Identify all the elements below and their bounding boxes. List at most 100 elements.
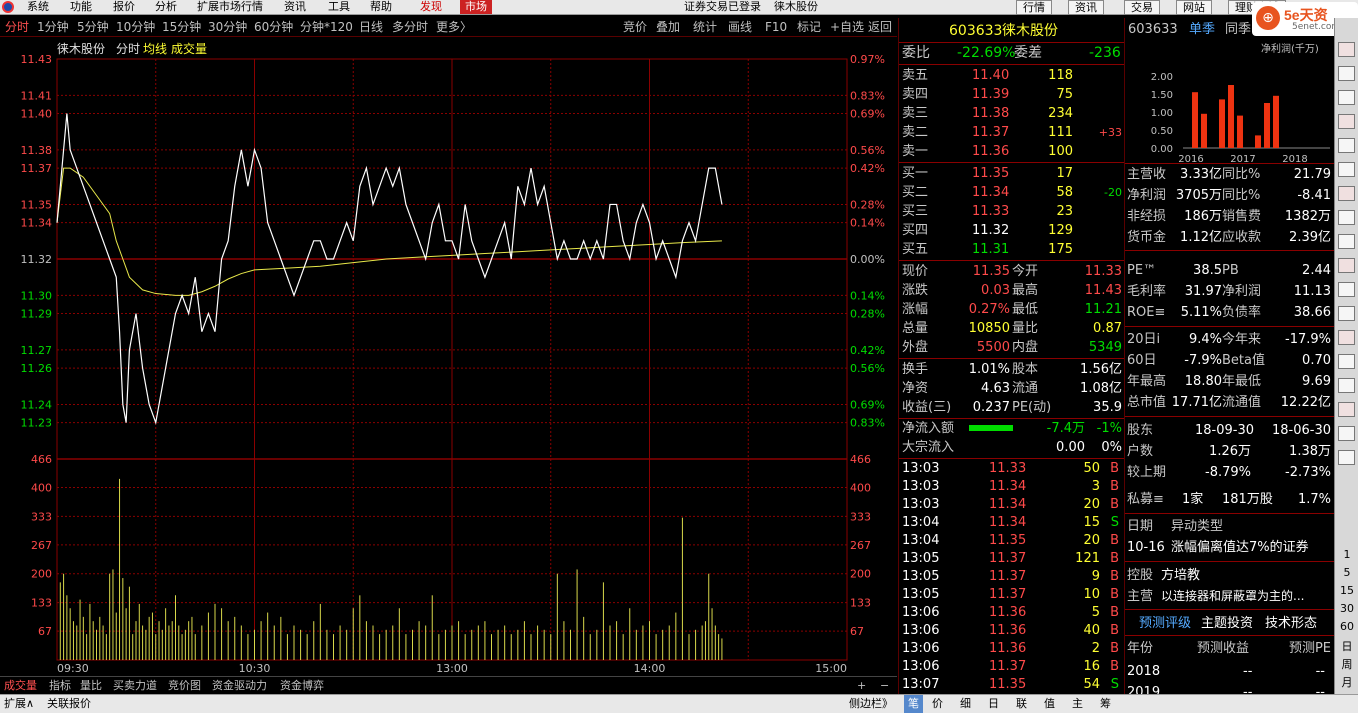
tab-more[interactable]: 更多〉 [436, 18, 472, 37]
tick-price: 11.34 [989, 515, 1027, 530]
layers-icon[interactable] [1338, 330, 1355, 345]
quote-tab-2[interactable]: 细 [960, 695, 971, 713]
tab-volume-ratio[interactable]: 量比 [80, 677, 102, 694]
tab-same-quarter[interactable]: 同季 [1225, 20, 1251, 39]
f10-value: 9.69 [1302, 374, 1331, 389]
bids-row[interactable]: 买三 11.33 23 [899, 202, 1125, 221]
arrow-up-icon[interactable] [1338, 42, 1355, 57]
tab-5min[interactable]: 5分钟 [77, 18, 109, 37]
menu-tools[interactable]: 工具 [328, 0, 350, 14]
btn-back[interactable]: 返回 [868, 18, 892, 37]
f5-icon[interactable] [1338, 426, 1355, 441]
asks-row[interactable]: 卖二 11.37 111 +33 [899, 123, 1125, 142]
menu-info[interactable]: 资讯 [284, 0, 306, 14]
tab-60min[interactable]: 60分钟 [254, 18, 293, 37]
zoom-in-button[interactable]: + [857, 677, 866, 694]
tab-indicator[interactable]: 指标 [49, 677, 71, 694]
asks-row[interactable]: 卖一 11.36 100 [899, 142, 1125, 161]
tab-single-quarter[interactable]: 单季 [1189, 20, 1215, 39]
list-icon[interactable] [1338, 186, 1355, 201]
expand-button[interactable]: 扩展∧ [4, 695, 34, 713]
toolbox-period-2[interactable]: 15 [1335, 584, 1358, 597]
toolbox-period-1[interactable]: 5 [1335, 566, 1358, 579]
btn-draw[interactable]: 画线 [728, 18, 752, 37]
tab-forecast-rating[interactable]: 预测评级 [1139, 614, 1191, 633]
toolbox-period-4[interactable]: 60 [1335, 620, 1358, 633]
tab-theme-invest[interactable]: 主题投资 [1201, 614, 1253, 633]
btn-f10[interactable]: F10 [765, 18, 787, 37]
tab-1min[interactable]: 1分钟 [37, 18, 69, 37]
arrow-down-icon[interactable] [1338, 66, 1355, 81]
tab-buy-sell-force[interactable]: 买卖力道 [113, 677, 157, 694]
asks-price: 11.38 [972, 106, 1010, 121]
bids-row[interactable]: 买五 11.31 175 [899, 240, 1125, 259]
tool-icon[interactable] [1338, 402, 1355, 417]
quote-tab-1[interactable]: 价 [932, 695, 943, 713]
sidebar-toggle[interactable]: 侧边栏》 [849, 695, 893, 713]
quote-tab-6[interactable]: 主 [1072, 695, 1083, 713]
toolbox-period-6[interactable]: 周 [1335, 656, 1358, 672]
bids-row[interactable]: 买四 11.32 129 [899, 221, 1125, 240]
toolbox-period-7[interactable]: 月 [1335, 674, 1358, 690]
f10-value: 1.12亿 [1180, 230, 1222, 245]
bids-row[interactable]: 买一 11.35 17 [899, 164, 1125, 183]
menu-help[interactable]: 帮助 [370, 0, 392, 14]
related-quote-button[interactable]: 关联报价 [47, 695, 91, 713]
calendar-icon[interactable] [1338, 282, 1355, 297]
menu-discover[interactable]: 发现 [420, 0, 442, 14]
intraday-chart[interactable]: 徕木股份 分时 均线 成交量 11.43 0.97% 11.41 0.83% 11.40… [0, 38, 897, 676]
toolbox-period-3[interactable]: 30 [1335, 602, 1358, 615]
tab-multi-intraday[interactable]: 多分时 [392, 18, 428, 37]
quote-tab-7[interactable]: 筹 [1100, 695, 1111, 713]
quote-tab-3[interactable]: 日 [988, 695, 999, 713]
btn-mark[interactable]: 标记 [797, 18, 821, 37]
tab-capital-game[interactable]: 资金博弈 [280, 677, 324, 694]
tab-intraday[interactable]: 分时 [5, 18, 29, 37]
candlestick-icon[interactable] [1338, 114, 1355, 129]
btn-overlay[interactable]: 叠加 [656, 18, 680, 37]
pencil-icon[interactable] [1338, 378, 1355, 393]
zoom-icon[interactable] [1338, 258, 1355, 273]
tab-volume[interactable]: 成交量 [4, 677, 37, 694]
nav-info-button[interactable]: 资讯 [1068, 0, 1104, 15]
window-icon[interactable] [1338, 90, 1355, 105]
btn-add-watchlist[interactable]: +自选 [830, 18, 864, 37]
asks-row[interactable]: 卖四 11.39 75 [899, 85, 1125, 104]
fund-icon[interactable] [1338, 210, 1355, 225]
menu-function[interactable]: 功能 [70, 0, 92, 14]
asks-row[interactable]: 卖三 11.38 234 [899, 104, 1125, 123]
tab-daily[interactable]: 日线 [359, 18, 383, 37]
quote-tab-4[interactable]: 联 [1016, 695, 1027, 713]
toolbox-period-0[interactable]: 1 [1335, 548, 1358, 561]
ratio-icon[interactable] [1338, 234, 1355, 249]
settings-icon[interactable] [1338, 306, 1355, 321]
event-row[interactable]: 10-16 涨幅偏离值达7%的证券 [1125, 538, 1335, 557]
bids-row[interactable]: 买二 11.34 58 -20 [899, 183, 1125, 202]
zoom-out-button[interactable]: − [880, 677, 889, 694]
nav-trade-button[interactable]: 交易 [1124, 0, 1160, 15]
tab-120min[interactable]: 分钟*120 [300, 18, 353, 37]
menu-market[interactable]: 市场 [460, 0, 492, 14]
arrow-icon[interactable] [1338, 450, 1355, 465]
tab-tech-pattern[interactable]: 技术形态 [1265, 614, 1317, 633]
tab-10min[interactable]: 10分钟 [116, 18, 155, 37]
nav-quote-button[interactable]: 行情 [1016, 0, 1052, 15]
toolbox-period-5[interactable]: 日 [1335, 638, 1358, 654]
asks-row[interactable]: 卖五 11.40 118 [899, 66, 1125, 85]
tab-capital-drive[interactable]: 资金驱动力 [212, 677, 267, 694]
btn-auction[interactable]: 竞价 [623, 18, 647, 37]
quote-tab-5[interactable]: 值 [1044, 695, 1055, 713]
menu-ext-market[interactable]: 扩展市场行情 [197, 0, 263, 14]
menu-analysis[interactable]: 分析 [155, 0, 177, 14]
btn-stats[interactable]: 统计 [693, 18, 717, 37]
tab-15min[interactable]: 15分钟 [162, 18, 201, 37]
chart-icon[interactable] [1338, 162, 1355, 177]
nav-website-button[interactable]: 网站 [1176, 0, 1212, 15]
bars-icon[interactable] [1338, 354, 1355, 369]
grid-icon[interactable] [1338, 138, 1355, 153]
menu-quote[interactable]: 报价 [113, 0, 135, 14]
tab-30min[interactable]: 30分钟 [208, 18, 247, 37]
quote-tab-0[interactable]: 笔 [904, 695, 923, 713]
tab-auction-chart[interactable]: 竞价图 [168, 677, 201, 694]
menu-system[interactable]: 系统 [27, 0, 49, 14]
